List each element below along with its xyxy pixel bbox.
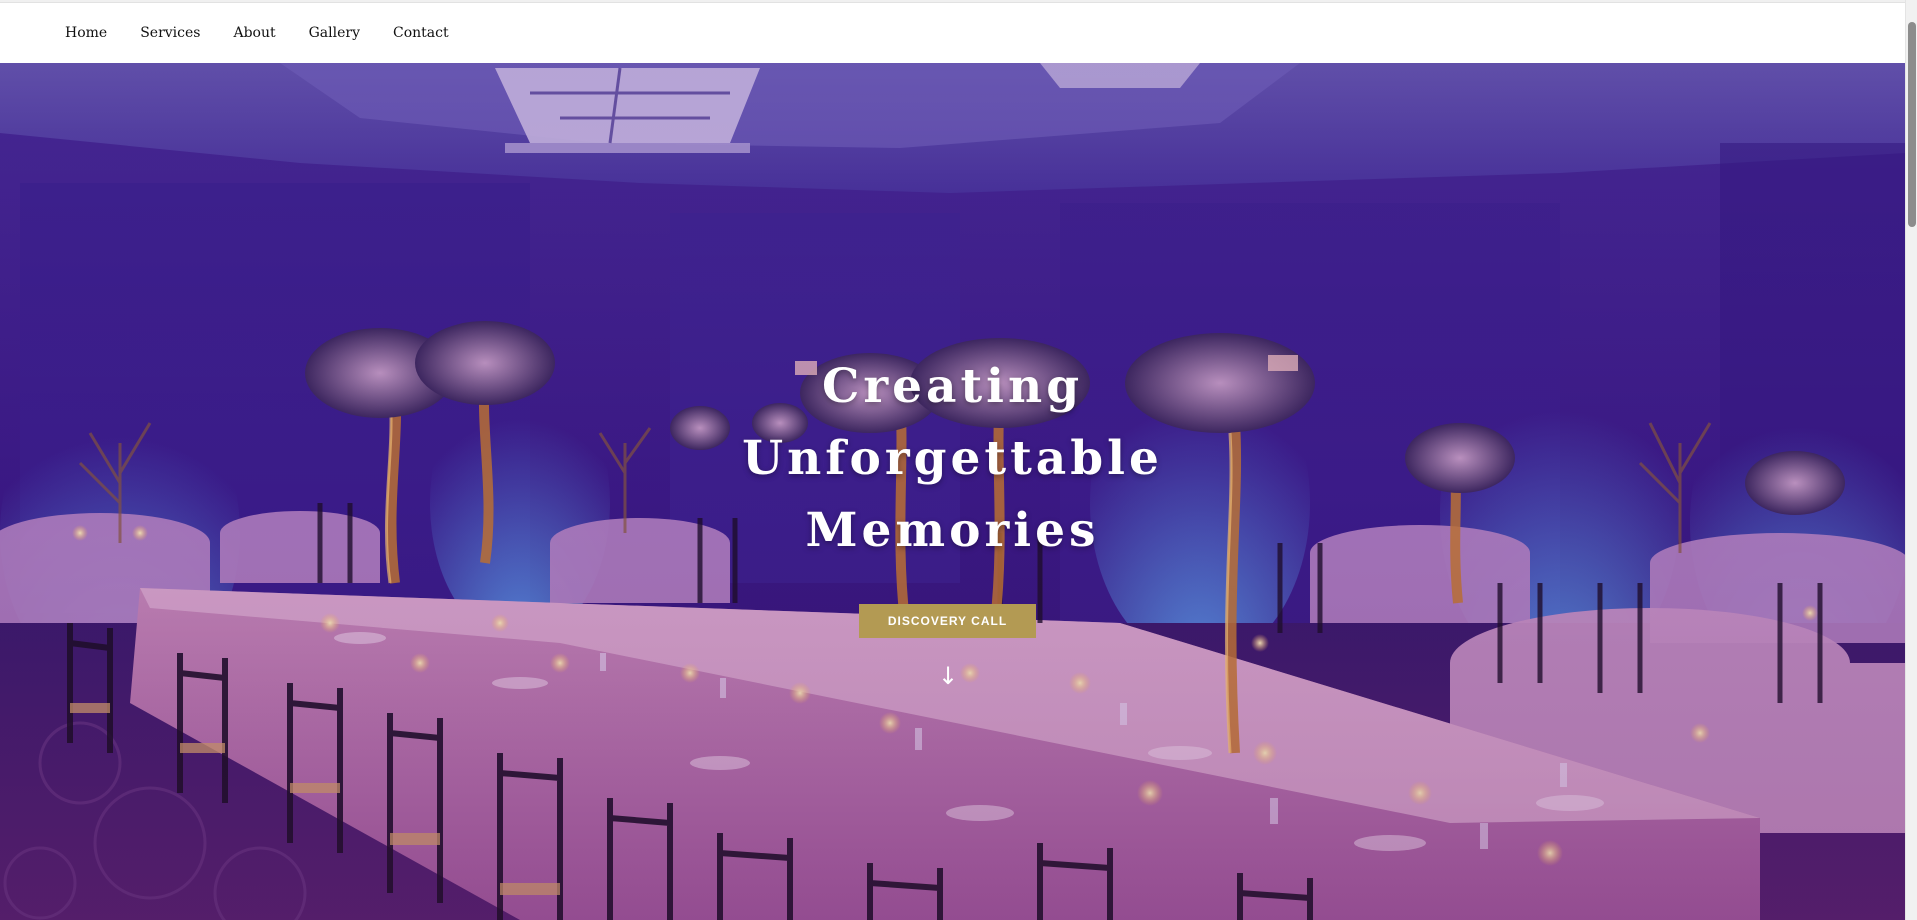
nav-link-services[interactable]: Services — [140, 25, 200, 41]
page: Home Services About Gallery Contact Crea… — [0, 0, 1917, 920]
nav-link-home[interactable]: Home — [65, 25, 107, 41]
hero-content: Creating Unforgettable Memories DISCOVER… — [0, 63, 1905, 920]
scrollbar-thumb[interactable] — [1908, 22, 1916, 227]
main-navigation: Home Services About Gallery Contact — [0, 3, 1905, 63]
nav-link-gallery[interactable]: Gallery — [309, 25, 360, 41]
hero-title: Creating Unforgettable Memories — [0, 351, 1905, 567]
arrow-down-icon[interactable]: ↓ — [938, 661, 958, 691]
hero-title-line: Memories — [805, 503, 1100, 558]
nav-link-about[interactable]: About — [233, 25, 275, 41]
hero-section: Creating Unforgettable Memories DISCOVER… — [0, 63, 1905, 920]
nav-link-contact[interactable]: Contact — [393, 25, 449, 41]
hero-title-line: Unforgettable — [742, 431, 1163, 486]
hero-title-line: Creating — [821, 359, 1084, 414]
page-scrollbar[interactable] — [1905, 0, 1917, 920]
discovery-call-button[interactable]: DISCOVERY CALL — [859, 604, 1036, 638]
